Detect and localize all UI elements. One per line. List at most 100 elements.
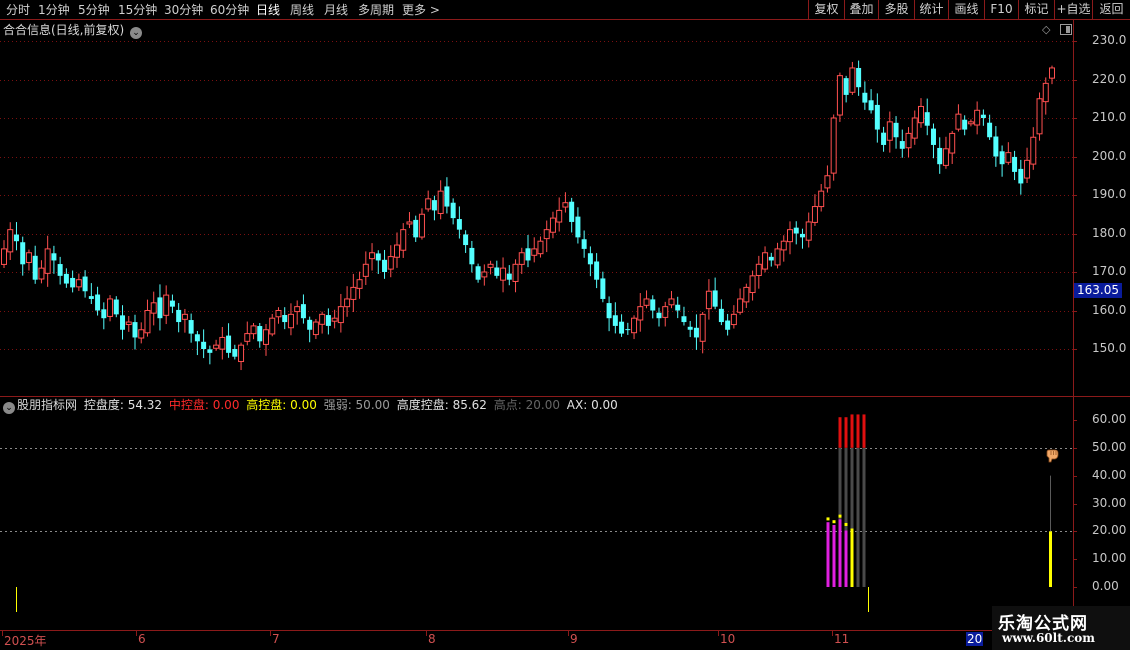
- candle-body-down: [382, 259, 388, 272]
- candle-body-down: [456, 219, 462, 230]
- period-tab-monthly[interactable]: 月线: [324, 2, 348, 18]
- period-tab-5min[interactable]: 5分钟: [78, 2, 110, 18]
- period-tab-multi[interactable]: 多周期: [358, 2, 394, 18]
- candle-body-up: [949, 132, 956, 154]
- candle-body-down: [494, 267, 500, 276]
- candle-body-down: [413, 219, 419, 238]
- candle-body-down: [63, 273, 69, 284]
- candle-body-up: [805, 221, 812, 241]
- candle-body-down: [843, 78, 849, 95]
- candle-body-down: [899, 141, 905, 149]
- draw-line-button[interactable]: 画线: [948, 0, 984, 20]
- adjust-button[interactable]: 复权: [808, 0, 844, 20]
- candle-body-down: [169, 300, 175, 307]
- candle-body-up: [537, 240, 544, 255]
- candle-body-up: [238, 344, 245, 363]
- candle-body-down: [962, 119, 968, 130]
- period-tab-1min[interactable]: 1分钟: [38, 2, 70, 18]
- back-button[interactable]: 返回: [1092, 0, 1130, 20]
- period-tab-30min[interactable]: 30分钟: [164, 2, 203, 18]
- candle-body-down: [101, 309, 107, 319]
- candle-body-down: [188, 320, 194, 334]
- indicator-bar-red: [844, 417, 848, 448]
- kline-chart: [0, 20, 1130, 650]
- candle-body-down: [569, 201, 575, 222]
- candle-body-down: [600, 278, 606, 299]
- period-tab-weekly[interactable]: 周线: [290, 2, 314, 18]
- indicator-bar-gray: [862, 447, 866, 587]
- period-tab-15min[interactable]: 15分钟: [118, 2, 157, 18]
- chevron-down-circle-icon[interactable]: ⌄: [130, 27, 143, 39]
- period-tab-more[interactable]: 更多 >: [402, 2, 440, 18]
- candle-body-down: [856, 67, 862, 88]
- main-chart-title: 合合信息(日线,前复权) ⌄: [3, 22, 143, 39]
- candle-body-down: [176, 309, 182, 323]
- price-axis-label: 230.0: [1092, 33, 1127, 47]
- window-toggle-icon[interactable]: [1060, 24, 1072, 35]
- indicator-bar-yellow-cap: [838, 514, 842, 518]
- candle-body-down: [650, 299, 656, 311]
- candle-body-down: [768, 256, 774, 261]
- date-axis-label: 7: [272, 632, 280, 646]
- candle-body-down: [375, 253, 381, 261]
- candle-body-down: [282, 315, 288, 323]
- candle-body-up: [481, 271, 488, 278]
- indicator-axis-label: 50.00: [1092, 440, 1127, 454]
- indicator-bar-magenta: [844, 530, 848, 587]
- indicator-bar-yellow-cap: [832, 520, 836, 524]
- candle-body-up: [213, 344, 220, 349]
- candle-body-up: [425, 198, 432, 210]
- candle-body-down: [687, 326, 693, 330]
- indicator-axis-label: 20.00: [1092, 523, 1127, 537]
- current-price-tag: 163.05: [1074, 283, 1122, 298]
- watermark-url: www.60lt.com: [1002, 631, 1095, 645]
- add-watchlist-button[interactable]: +自选: [1054, 0, 1092, 20]
- candle-body-up: [163, 294, 170, 316]
- candle-body-down: [893, 122, 899, 138]
- candle-body-down: [980, 114, 986, 118]
- statistics-button[interactable]: 统计: [914, 0, 948, 20]
- candlestick-series: [1, 60, 1055, 371]
- period-tab-fenshi[interactable]: 分时: [6, 2, 30, 18]
- candle-body-up: [250, 325, 257, 335]
- candle-body-up: [637, 306, 644, 321]
- indicator-axis-label: 40.00: [1092, 468, 1127, 482]
- candle-body-up: [44, 248, 51, 274]
- indicator-value: 控盘度: 54.32: [83, 398, 163, 412]
- candle-body-up: [918, 105, 924, 124]
- candle-body-down: [681, 316, 687, 323]
- indicator-bar-yellow-cap: [844, 522, 848, 526]
- multi-stock-button[interactable]: 多股: [878, 0, 914, 20]
- candle-body-up: [312, 321, 319, 336]
- overlay-button[interactable]: 叠加: [844, 0, 878, 20]
- candle-body-up: [500, 267, 507, 281]
- candle-body-down: [930, 128, 936, 145]
- indicator-bar-red: [862, 414, 866, 448]
- candle-body-up: [362, 263, 369, 277]
- candle-body-up: [1024, 159, 1031, 179]
- chevron-down-circle-icon[interactable]: ⌄: [3, 402, 15, 414]
- indicator-value: 中控盘: 0.00: [165, 398, 240, 412]
- candle-body-down: [82, 276, 88, 292]
- indicator-value: AX: 0.00: [562, 398, 618, 412]
- candle-body-down: [606, 303, 612, 319]
- period-tab-daily[interactable]: 日线: [256, 2, 280, 18]
- indicator-bar-yellow-cap: [850, 528, 854, 532]
- candle-body-down: [300, 304, 306, 319]
- candle-body-down: [431, 200, 437, 211]
- candle-body-down: [619, 321, 625, 334]
- period-tab-60min[interactable]: 60分钟: [210, 2, 249, 18]
- candle-body-up: [275, 310, 282, 318]
- candle-body-up: [631, 317, 638, 334]
- diamond-icon[interactable]: ◇: [1042, 23, 1050, 36]
- indicator-value: 高点: 20.00: [489, 398, 560, 412]
- mark-button[interactable]: 标记: [1018, 0, 1054, 20]
- candle-body-down: [157, 297, 163, 319]
- f10-button[interactable]: F10: [984, 0, 1018, 20]
- candle-body-up: [244, 333, 251, 342]
- date-axis-label: 20: [966, 632, 984, 646]
- candle-body-up: [25, 252, 32, 263]
- candle-body-up: [150, 302, 157, 314]
- candle-body-up: [1036, 98, 1043, 135]
- candle-body-down: [594, 261, 600, 280]
